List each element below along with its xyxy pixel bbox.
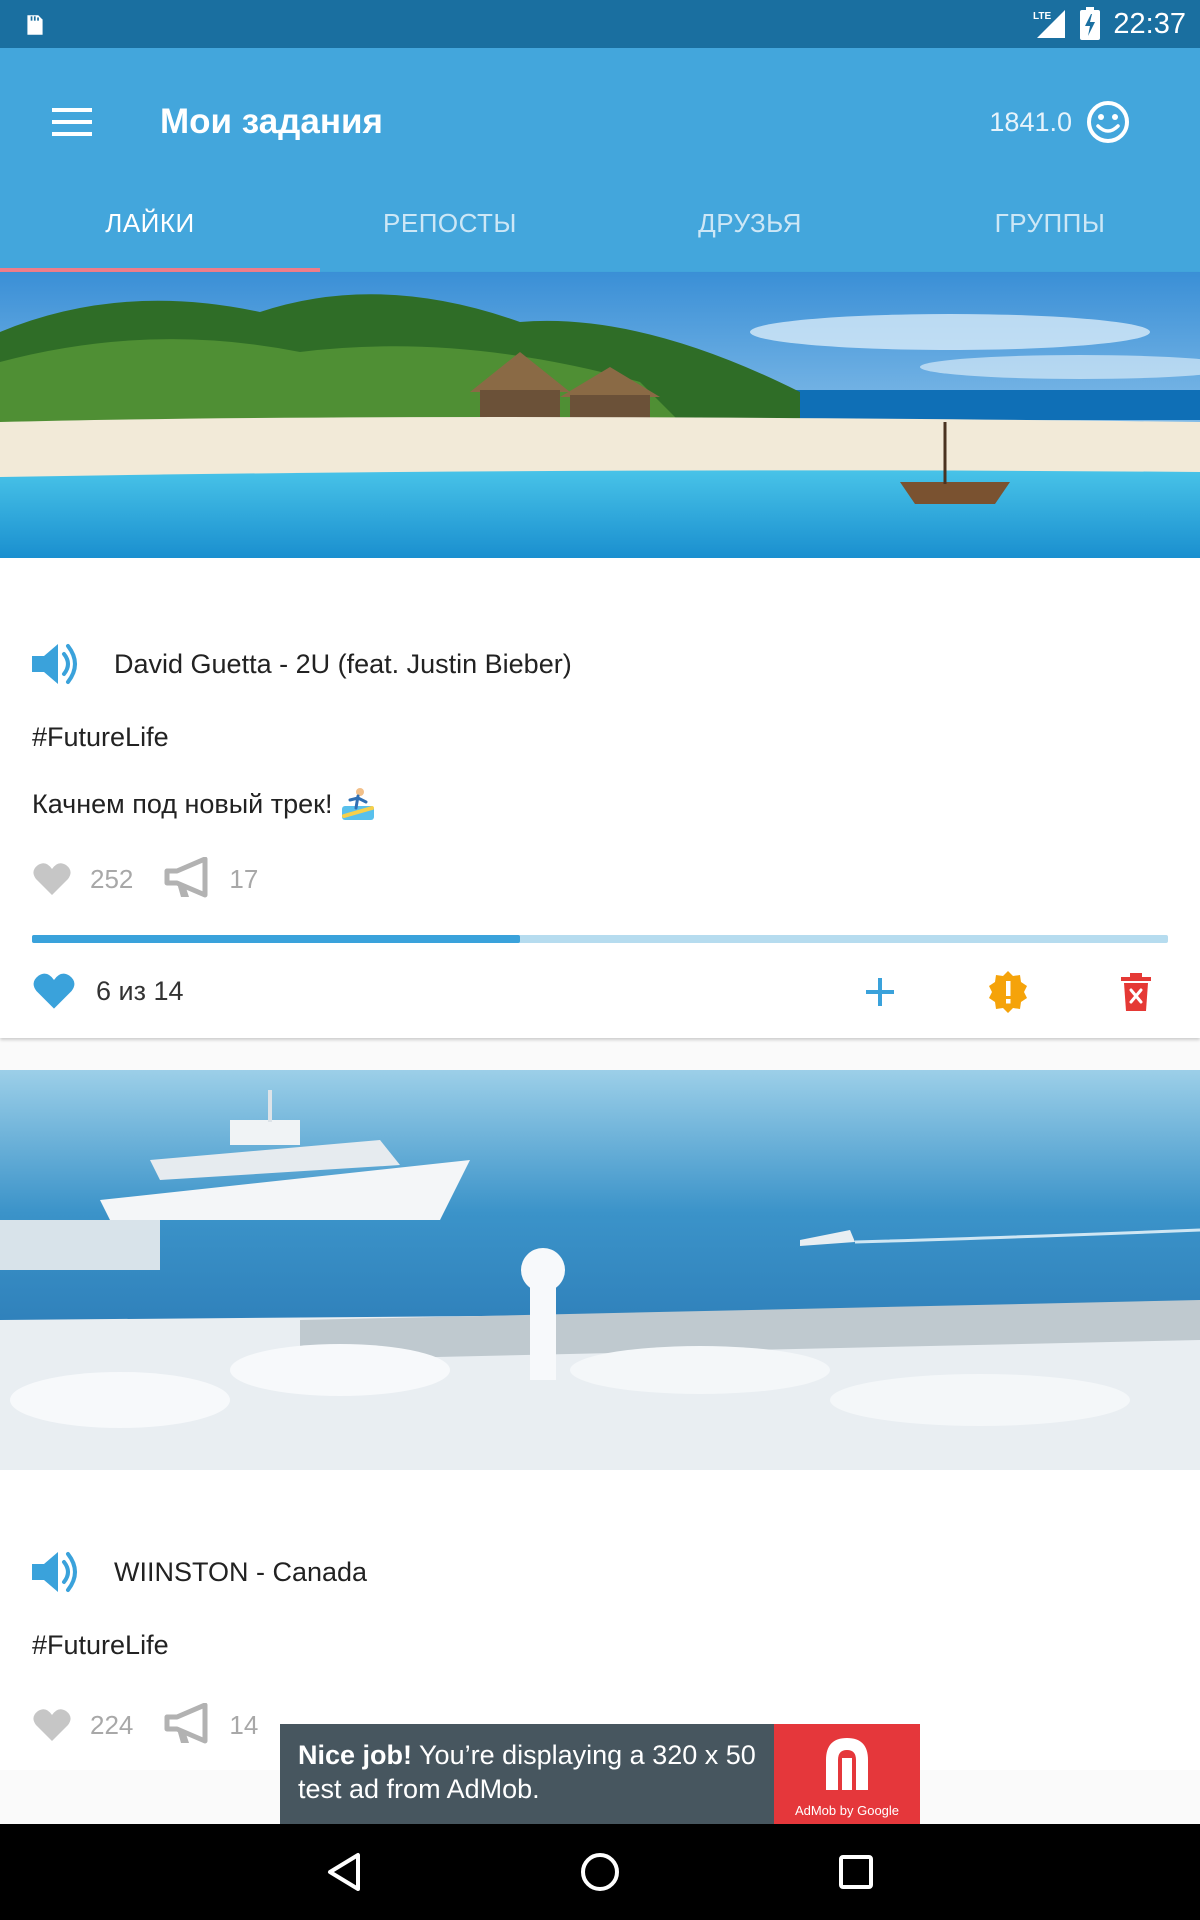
delete-button[interactable] [1108, 964, 1164, 1020]
page-title: Мои задания [160, 102, 383, 141]
lte-signal-icon: LTE [1033, 10, 1066, 38]
back-button[interactable] [314, 1842, 374, 1902]
tab-bar: ЛАЙКИ РЕПОСТЫ ДРУЗЬЯ ГРУППЫ [0, 174, 1200, 272]
clock: 22:37 [1113, 7, 1186, 40]
post-text-row: Качнем под новый трек! [32, 786, 376, 822]
speaker-icon[interactable] [30, 640, 82, 688]
post-text: Качнем под новый трек! [32, 788, 333, 819]
plus-icon [866, 978, 894, 1006]
ad-headline: Nice job! [298, 1740, 413, 1770]
ad-banner[interactable]: Nice job! You’re displaying a 320 x 50 t… [280, 1724, 920, 1824]
task-card: David Guetta - 2U (feat. Justin Bieber) … [0, 272, 1200, 1038]
add-button[interactable] [852, 964, 908, 1020]
track-row: WIINSTON - Canada [30, 1544, 367, 1600]
recents-icon [839, 1855, 873, 1889]
track-row: David Guetta - 2U (feat. Justin Bieber) [30, 636, 572, 692]
reposts-count: 14 [229, 1709, 259, 1740]
admob-icon [826, 1738, 868, 1790]
speaker-icon[interactable] [30, 1548, 82, 1596]
app-bar: Мои задания 1841.0 ЛАЙКИ РЕПОСТЫ ДРУЗЬЯ … [0, 48, 1200, 272]
home-button[interactable] [570, 1842, 630, 1902]
ad-text: Nice job! You’re displaying a 320 x 50 t… [280, 1724, 774, 1824]
megaphone-icon [164, 857, 208, 898]
tab-groups[interactable]: ГРУППЫ [900, 174, 1200, 272]
svg-text:LTE: LTE [1033, 11, 1051, 22]
task-progress-fill [32, 935, 521, 943]
ad-logo-caption: AdMob by Google [794, 1803, 900, 1818]
progress-label: 6 из 14 [96, 975, 184, 1006]
heart-filled-icon [33, 973, 75, 1009]
system-nav-bar [0, 1824, 1200, 1920]
heart-icon [33, 863, 71, 895]
post-hashtag: #FutureLife [32, 722, 169, 752]
post-stats: 252 17 [32, 854, 288, 904]
task-progress-bar [32, 935, 1168, 943]
post-hashtag: #FutureLife [32, 1630, 169, 1660]
track-title: WIINSTON - Canada [114, 1556, 368, 1587]
admob-logo: AdMob by Google [774, 1724, 920, 1824]
surfer-emoji-icon [342, 788, 375, 820]
tab-friends[interactable]: ДРУЗЬЯ [600, 174, 900, 272]
tab-reposts[interactable]: РЕПОСТЫ [300, 174, 600, 272]
task-actions: 6 из 14 [0, 956, 1200, 1026]
post-stats: 224 14 [32, 1700, 288, 1750]
heart-icon [33, 1709, 71, 1741]
trash-icon [1121, 973, 1151, 1011]
sd-card-icon [27, 15, 43, 35]
profile-button[interactable] [1078, 92, 1138, 152]
reposts-count: 17 [229, 863, 259, 894]
balance-value: 1841.0 [989, 107, 1072, 137]
home-icon [581, 1853, 619, 1891]
smiley-icon [1087, 101, 1129, 143]
recents-button[interactable] [826, 1842, 886, 1902]
status-bar: LTE 22:37 [0, 0, 1200, 48]
tab-likes[interactable]: ЛАЙКИ [0, 174, 300, 272]
likes-count: 224 [90, 1709, 134, 1740]
menu-icon [52, 108, 92, 136]
warning-icon [989, 971, 1027, 1013]
task-card: WIINSTON - Canada #FutureLife 224 14 [0, 1070, 1200, 1770]
back-icon [328, 1853, 360, 1891]
track-title: David Guetta - 2U (feat. Justin Bieber) [114, 648, 572, 679]
report-button[interactable] [980, 964, 1036, 1020]
menu-button[interactable] [40, 90, 104, 154]
likes-count: 252 [90, 863, 134, 894]
likes-progress: 6 из 14 [32, 956, 184, 1026]
megaphone-icon [164, 1703, 208, 1744]
battery-charging-icon [1080, 7, 1101, 40]
post-image-yacht [0, 1070, 1200, 1470]
post-image-beach [0, 272, 1200, 558]
